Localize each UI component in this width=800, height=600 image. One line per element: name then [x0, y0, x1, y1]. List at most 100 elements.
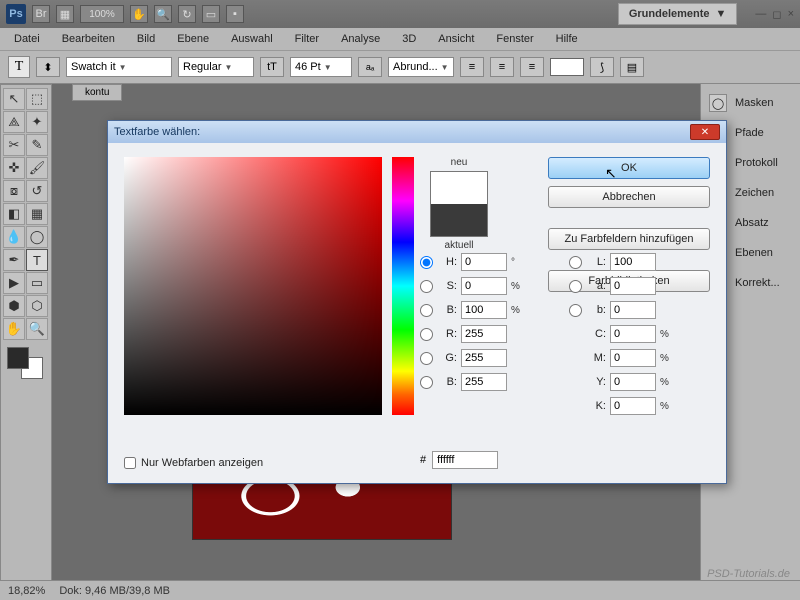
menu-analyse[interactable]: Analyse [331, 30, 390, 48]
stamp-tool[interactable]: ⧇ [3, 180, 25, 202]
lab-b-input[interactable] [610, 301, 656, 319]
chevron-down-icon: ▼ [225, 63, 233, 72]
foreground-color[interactable] [7, 347, 29, 369]
bridge-button[interactable]: Br [32, 5, 50, 23]
sat-radio[interactable] [420, 280, 433, 293]
zoom-readout[interactable]: 18,82% [8, 585, 45, 597]
color-preview[interactable] [430, 171, 488, 237]
marquee-tool[interactable]: ⬚ [26, 88, 48, 110]
font-style-combo[interactable]: Regular▼ [178, 57, 254, 77]
add-swatch-button[interactable]: Zu Farbfeldern hinzufügen [548, 228, 710, 250]
align-right-button[interactable]: ≡ [520, 57, 544, 77]
3d-tool[interactable]: ⬢ [3, 295, 25, 317]
chevron-down-icon: ▼ [441, 63, 449, 72]
lab-b-radio[interactable] [569, 304, 582, 317]
wand-tool[interactable]: ✦ [26, 111, 48, 133]
y-unit: % [660, 377, 674, 388]
m-input[interactable] [610, 349, 656, 367]
zoom-tool[interactable]: 🔍 [26, 318, 48, 340]
antialias-combo[interactable]: Abrund...▼ [388, 57, 454, 77]
3d-camera-tool[interactable]: ⬡ [26, 295, 48, 317]
g-radio[interactable] [420, 352, 433, 365]
minimize-button[interactable]: — [755, 8, 766, 21]
hue-radio[interactable] [420, 256, 433, 269]
a-radio[interactable] [569, 280, 582, 293]
pen-tool[interactable]: ✒ [3, 249, 25, 271]
menu-ansicht[interactable]: Ansicht [428, 30, 484, 48]
blur-tool[interactable]: 💧 [3, 226, 25, 248]
screen-mode-button[interactable]: ▭ [202, 5, 220, 23]
gradient-tool[interactable]: ▦ [26, 203, 48, 225]
history-brush-tool[interactable]: ↺ [26, 180, 48, 202]
move-tool[interactable]: ↖ [3, 88, 25, 110]
r-radio[interactable] [420, 328, 433, 341]
ok-button[interactable]: OK [548, 157, 710, 179]
type-tool[interactable]: T [26, 249, 48, 271]
dialog-close-button[interactable]: ✕ [690, 124, 720, 140]
font-size-combo[interactable]: 46 Pt▼ [290, 57, 352, 77]
y-input[interactable] [610, 373, 656, 391]
c-input[interactable] [610, 325, 656, 343]
b-label: B: [439, 304, 457, 316]
bri-radio[interactable] [420, 304, 433, 317]
hue-slider[interactable] [392, 157, 414, 415]
heal-tool[interactable]: ✜ [3, 157, 25, 179]
hex-input[interactable] [432, 451, 498, 469]
menu-hilfe[interactable]: Hilfe [546, 30, 588, 48]
menu-datei[interactable]: Datei [4, 30, 50, 48]
h-input[interactable] [461, 253, 507, 271]
crop-tool[interactable]: ✂ [3, 134, 25, 156]
color-swatches[interactable] [3, 345, 47, 381]
maximize-button[interactable]: ◻ [772, 8, 781, 21]
saturation-value-picker[interactable] [124, 157, 382, 415]
web-colors-checkbox[interactable] [124, 457, 136, 469]
document-tab[interactable]: kontu [72, 84, 122, 101]
workspace-label: Grundelemente [629, 8, 710, 20]
bb-radio[interactable] [420, 376, 433, 389]
menu-auswahl[interactable]: Auswahl [221, 30, 283, 48]
dodge-tool[interactable]: ◯ [26, 226, 48, 248]
menu-3d[interactable]: 3D [392, 30, 426, 48]
l-radio[interactable] [569, 256, 582, 269]
align-center-button[interactable]: ≡ [490, 57, 514, 77]
l-input[interactable] [610, 253, 656, 271]
rotate-shortcut[interactable]: ↻ [178, 5, 196, 23]
panel-masks[interactable]: ◯Masken [705, 88, 796, 118]
zoom-shortcut[interactable]: 🔍 [154, 5, 172, 23]
r-input[interactable] [461, 325, 507, 343]
hand-tool[interactable]: ✋ [3, 318, 25, 340]
arrange-button[interactable]: ▦ [56, 5, 74, 23]
dialog-titlebar[interactable]: Textfarbe wählen: ✕ [108, 121, 726, 143]
workspace-switcher[interactable]: Grundelemente▼ [618, 3, 738, 25]
current-color-swatch [431, 204, 487, 236]
lasso-tool[interactable]: ⟁ [3, 111, 25, 133]
eraser-tool[interactable]: ◧ [3, 203, 25, 225]
cancel-button[interactable]: Abbrechen [548, 186, 710, 208]
align-left-button[interactable]: ≡ [460, 57, 484, 77]
b-input[interactable] [461, 301, 507, 319]
hand-shortcut[interactable]: ✋ [130, 5, 148, 23]
orientation-button[interactable]: ⬍ [36, 57, 60, 77]
bb-input[interactable] [461, 373, 507, 391]
path-select-tool[interactable]: ▶ [3, 272, 25, 294]
menu-fenster[interactable]: Fenster [486, 30, 543, 48]
character-panel-button[interactable]: ▤ [620, 57, 644, 77]
close-button[interactable]: × [788, 8, 794, 21]
font-family-combo[interactable]: Swatch it▼ [66, 57, 172, 77]
text-color-swatch[interactable] [550, 58, 584, 76]
k-input[interactable] [610, 397, 656, 415]
warp-button[interactable]: ⟆ [590, 57, 614, 77]
panel-label: Pfade [735, 127, 764, 139]
shape-tool[interactable]: ▭ [26, 272, 48, 294]
eyedropper-tool[interactable]: ✎ [26, 134, 48, 156]
menu-filter[interactable]: Filter [285, 30, 329, 48]
menu-bearbeiten[interactable]: Bearbeiten [52, 30, 125, 48]
g-input[interactable] [461, 349, 507, 367]
s-input[interactable] [461, 277, 507, 295]
menu-ebene[interactable]: Ebene [167, 30, 219, 48]
brush-tool[interactable]: 🖌 [26, 157, 48, 179]
menu-bild[interactable]: Bild [127, 30, 165, 48]
zoom-level-button[interactable]: 100% [80, 5, 124, 23]
a-input[interactable] [610, 277, 656, 295]
extras-button[interactable]: ▪ [226, 5, 244, 23]
